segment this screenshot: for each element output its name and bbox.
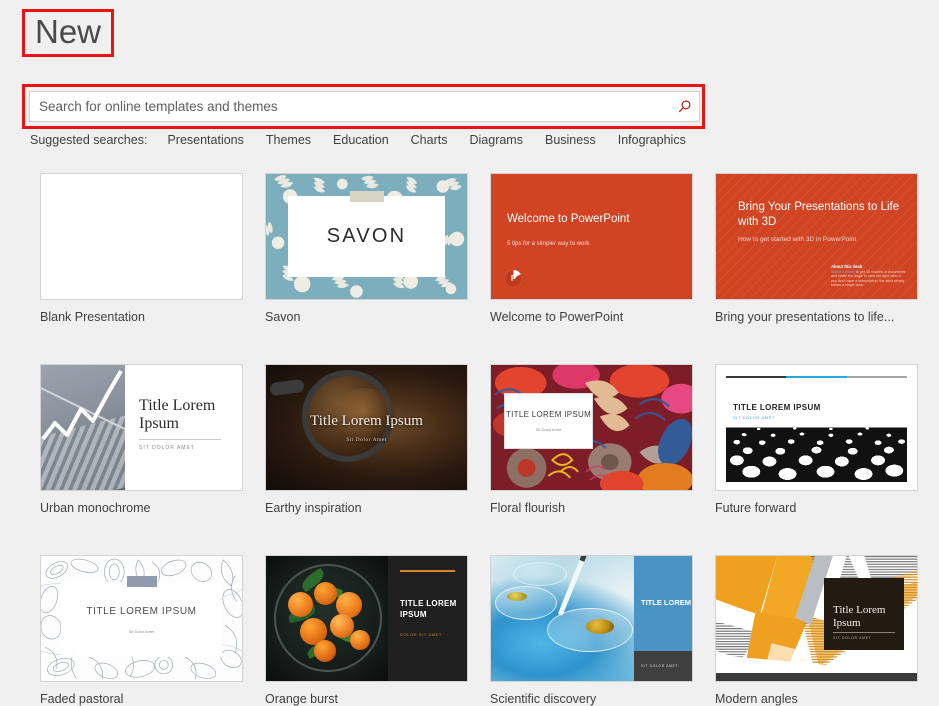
template-tile-scientific-discovery[interactable]: TITLE LOREM IPSUM SIT DOLOR AMET Scienti… xyxy=(490,555,693,706)
template-tile-modern-angles[interactable]: Title Lorem Ipsum SIT DOLOR AMET Modern … xyxy=(715,555,918,706)
template-tile-blank-presentation[interactable]: Blank Presentation xyxy=(40,173,243,324)
template-tile-welcome-to-powerpoint[interactable]: Welcome to PowerPoint 5 tips for a simpl… xyxy=(490,173,693,324)
template-thumbnail-future-forward[interactable]: TITLE LOREM IPSUM SIT DOLOR AMET xyxy=(715,364,918,491)
template-tile-earthy-inspiration[interactable]: Title Lorem Ipsum Sit Dolor Amet Earthy … xyxy=(265,364,468,515)
template-label: Urban monochrome xyxy=(40,501,151,515)
suggested-link-charts[interactable]: Charts xyxy=(411,133,448,147)
template-thumbnail-urban-monochrome[interactable]: Title Lorem Ipsum SIT DOLOR AMET xyxy=(40,364,243,491)
template-tile-bring-presentations-to-life[interactable]: Bring Your Presentations to Life with 3D… xyxy=(715,173,918,324)
urban-photo xyxy=(41,365,125,490)
template-thumbnail-blank-presentation[interactable] xyxy=(40,173,243,300)
template-tile-savon[interactable]: SAVON Savon xyxy=(265,173,468,324)
template-thumbnail-floral-flourish[interactable]: TITLE LOREM IPSUM Sit Dolor Amet xyxy=(490,364,693,491)
scientific-title-panel: TITLE LOREM IPSUM xyxy=(634,556,692,653)
pastoral-title-card: TITLE LOREM IPSUM Sit Dolor Amet xyxy=(61,576,222,657)
earthy-title: Title Lorem Ipsum xyxy=(310,413,423,429)
earthy-subtitle: Sit Dolor Amet xyxy=(346,437,387,443)
suggested-searches-label: Suggested searches: xyxy=(30,133,148,147)
template-label: Earthy inspiration xyxy=(265,501,362,515)
template-thumbnail-bring-presentations-to-life[interactable]: Bring Your Presentations to Life with 3D… xyxy=(715,173,918,300)
future-title: TITLE LOREM IPSUM xyxy=(733,403,821,412)
floral-title-card: TITLE LOREM IPSUM Sit Dolor Amet xyxy=(504,393,593,449)
orange-bowl-photo xyxy=(266,556,388,681)
search-icon[interactable] xyxy=(669,99,699,114)
savon-title: SAVON xyxy=(326,225,407,247)
template-label: Savon xyxy=(265,310,301,324)
modern-subtitle: SIT DOLOR AMET xyxy=(833,636,872,640)
orange-text-panel: TITLE LOREM IPSUM DOLOR SIT AMET xyxy=(388,556,467,681)
life3d-title: Bring Your Presentations to Life with 3D xyxy=(738,201,900,228)
future-accent-bar xyxy=(726,376,907,378)
template-thumbnail-modern-angles[interactable]: Title Lorem Ipsum SIT DOLOR AMET xyxy=(715,555,918,682)
future-pebble-field xyxy=(726,425,907,482)
savon-tab xyxy=(349,191,384,202)
urban-subtitle: SIT DOLOR AMET xyxy=(139,445,195,451)
suggested-link-presentations[interactable]: Presentations xyxy=(167,133,243,147)
template-tile-future-forward[interactable]: TITLE LOREM IPSUM SIT DOLOR AMET Future … xyxy=(715,364,918,515)
suggested-link-education[interactable]: Education xyxy=(333,133,389,147)
template-gallery: Blank Presentation SAVON Savon Welcome t… xyxy=(40,173,930,706)
template-tile-orange-burst[interactable]: TITLE LOREM IPSUM DOLOR SIT AMET Orange … xyxy=(265,555,468,706)
template-thumbnail-welcome-to-powerpoint[interactable]: Welcome to PowerPoint 5 tips for a simpl… xyxy=(490,173,693,300)
suggested-searches: Suggested searches: Presentations Themes… xyxy=(30,133,708,147)
suggested-link-business[interactable]: Business xyxy=(545,133,596,147)
template-thumbnail-savon[interactable]: SAVON xyxy=(265,173,468,300)
template-label: Future forward xyxy=(715,501,797,515)
template-tile-faded-pastoral[interactable]: TITLE LOREM IPSUM Sit Dolor Amet Faded p… xyxy=(40,555,243,706)
template-label: Bring your presentations to life... xyxy=(715,310,895,324)
floral-subtitle: Sit Dolor Amet xyxy=(535,427,562,432)
sample-drop xyxy=(586,619,614,634)
template-label: Floral flourish xyxy=(490,501,566,515)
search-highlight xyxy=(22,84,705,129)
future-subtitle: SIT DOLOR AMET xyxy=(733,415,775,420)
coffee-handle xyxy=(269,378,305,397)
powerpoint-logo-letter: P xyxy=(510,274,517,283)
powerpoint-logo-icon: P xyxy=(505,270,522,287)
template-tile-floral-flourish[interactable]: TITLE LOREM IPSUM Sit Dolor Amet Floral … xyxy=(490,364,693,515)
template-thumbnail-earthy-inspiration[interactable]: Title Lorem Ipsum Sit Dolor Amet xyxy=(265,364,468,491)
search-input[interactable] xyxy=(30,98,669,115)
page-title-highlight: New xyxy=(22,9,115,57)
template-label: Faded pastoral xyxy=(40,692,124,706)
pastoral-tab xyxy=(126,576,157,587)
pastoral-subtitle: Sit Dolor Amet xyxy=(128,628,155,634)
orangeburst-subtitle: DOLOR SIT AMET xyxy=(400,632,442,637)
search-field[interactable] xyxy=(29,91,700,122)
page-title: New xyxy=(35,13,102,50)
template-tile-urban-monochrome[interactable]: Title Lorem Ipsum SIT DOLOR AMET Urban m… xyxy=(40,364,243,515)
scientific-subtitle: SIT DOLOR AMET xyxy=(641,664,679,668)
template-thumbnail-orange-burst[interactable]: TITLE LOREM IPSUM DOLOR SIT AMET xyxy=(265,555,468,682)
template-thumbnail-scientific-discovery[interactable]: TITLE LOREM IPSUM SIT DOLOR AMET xyxy=(490,555,693,682)
suggested-link-infographics[interactable]: Infographics xyxy=(618,133,686,147)
urban-text-panel: Title Lorem Ipsum SIT DOLOR AMET xyxy=(125,365,242,490)
template-label: Modern angles xyxy=(715,692,798,706)
life3d-subtitle: How to get started with 3D in PowerPoint xyxy=(738,236,857,243)
suggested-link-themes[interactable]: Themes xyxy=(266,133,311,147)
floral-title: TITLE LOREM IPSUM xyxy=(505,410,592,419)
life3d-note: About this deck Select a model to get 3D… xyxy=(831,264,907,288)
orangeburst-title: TITLE LOREM IPSUM xyxy=(400,599,457,619)
template-thumbnail-faded-pastoral[interactable]: TITLE LOREM IPSUM Sit Dolor Amet xyxy=(40,555,243,682)
modern-title-box: Title Lorem Ipsum SIT DOLOR AMET xyxy=(824,578,904,650)
scientific-title: TITLE LOREM IPSUM xyxy=(641,598,692,607)
template-label: Blank Presentation xyxy=(40,310,145,324)
scientific-subtitle-strip: SIT DOLOR AMET xyxy=(634,651,692,681)
modern-title: Title Lorem Ipsum xyxy=(833,604,886,629)
life3d-note-link: Select a model xyxy=(831,269,855,274)
savon-title-card: SAVON xyxy=(288,191,445,277)
urban-title: Title Lorem Ipsum xyxy=(139,397,216,432)
template-label: Welcome to PowerPoint xyxy=(490,310,624,324)
modern-footer-bar xyxy=(716,673,917,681)
suggested-link-diagrams[interactable]: Diagrams xyxy=(469,133,523,147)
welcome-subtitle: 5 tips for a simpler way to work xyxy=(507,241,590,247)
welcome-title: Welcome to PowerPoint xyxy=(507,213,630,225)
template-label: Orange burst xyxy=(265,692,338,706)
template-label: Scientific discovery xyxy=(490,692,597,706)
life3d-note-heading: About this deck xyxy=(831,264,863,270)
pastoral-title: TITLE LOREM IPSUM xyxy=(86,605,197,617)
